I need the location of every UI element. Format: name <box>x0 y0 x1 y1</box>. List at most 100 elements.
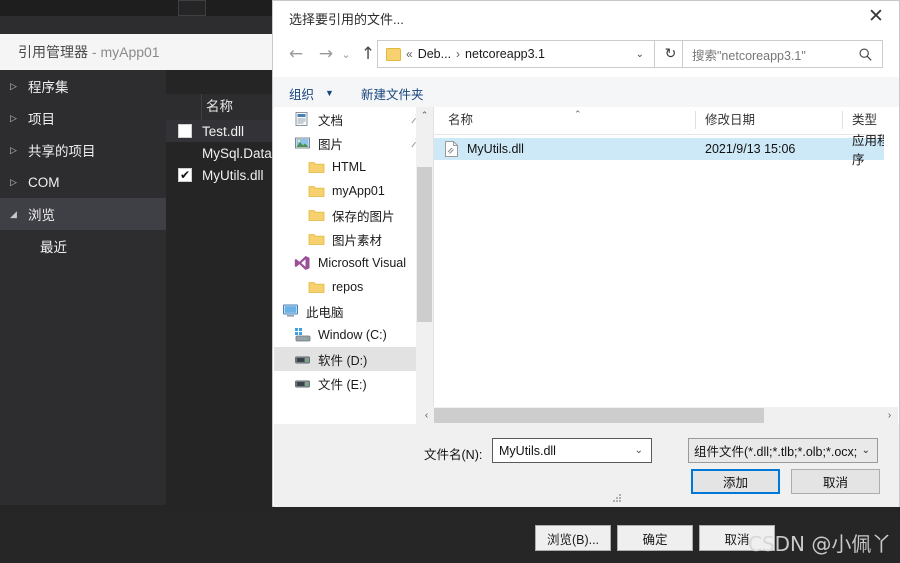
search-input[interactable]: 搜索"netcoreapp3.1" <box>682 40 883 68</box>
drive-icon-wrap <box>294 351 311 367</box>
chevron-down-icon[interactable]: ⌄ <box>636 49 644 60</box>
filename-label: 文件名(N): <box>424 448 483 462</box>
nav-pane-item-5[interactable]: 图片素材 <box>274 227 434 251</box>
drive-icon <box>295 356 310 364</box>
nav-pane-item-7[interactable]: repos <box>274 275 434 299</box>
folder-icon-wrap <box>308 231 325 247</box>
column-header-date[interactable]: 修改日期 <box>705 107 755 133</box>
new-folder-button[interactable]: 新建文件夹 <box>361 84 424 103</box>
chevron-right-icon[interactable]: ▷ <box>10 145 28 155</box>
nav-pane-item-label: 文件 (E:) <box>318 377 367 392</box>
resize-grip-icon[interactable] <box>613 494 623 504</box>
horizontal-scroll-thumb[interactable] <box>434 408 764 423</box>
navigation-scroll-thumb[interactable] <box>417 167 432 322</box>
drive-icon <box>295 380 310 388</box>
organize-button[interactable]: 组织 <box>289 84 314 103</box>
reference-list-header-divider <box>201 94 202 120</box>
documents-icon-wrap <box>294 111 311 127</box>
scroll-left-icon[interactable]: ‹ <box>418 407 435 424</box>
folder-icon-wrap <box>308 183 325 199</box>
nav-pane-item-label: Microsoft Visual <box>318 256 406 270</box>
filename-input[interactable]: MyUtils.dll ⌄ <box>492 438 652 463</box>
chevron-down-icon[interactable]: ⌄ <box>862 445 870 456</box>
nav-pane-item-11[interactable]: 文件 (E:) <box>274 371 434 395</box>
nav-pane-item-9[interactable]: Window (C:) <box>274 323 434 347</box>
nav-pane-item-label: 图片素材 <box>332 233 383 248</box>
breadcrumb-separator: › <box>456 47 461 61</box>
file-picker-title: 选择要引用的文件... <box>289 12 404 27</box>
folder-icon-wrap <box>308 279 325 295</box>
breadcrumb-chevron-left: « <box>406 47 413 61</box>
chevron-right-icon[interactable]: ▷ <box>10 177 28 187</box>
reference-manager-title: 引用管理器 <box>18 44 88 60</box>
file-date: 2021/9/13 15:06 <box>705 142 796 156</box>
nav-pane-item-8[interactable]: 此电脑 <box>274 299 434 323</box>
reference-category-3[interactable]: ▷ COM <box>0 166 166 198</box>
add-button[interactable]: 添加 <box>691 469 780 494</box>
file-list-view: 名称 ⌃ 修改日期 类型 MyUtils.dll 2021/9/13 15:06… <box>434 107 898 402</box>
reference-category-label: 项目 <box>28 112 55 127</box>
reference-category-2[interactable]: ▷ 共享的项目 <box>0 134 166 166</box>
folder-icon-wrap <box>308 159 325 175</box>
back-icon[interactable]: ← <box>281 37 311 71</box>
reference-category-1[interactable]: ▷ 项目 <box>0 102 166 134</box>
close-icon[interactable]: ✕ <box>853 1 899 31</box>
breadcrumb[interactable]: « Deb... › netcoreapp3.1 ⌄ <box>377 40 655 68</box>
reference-category-label: COM <box>28 174 60 190</box>
navigation-pane-scrollbar[interactable]: ⌃ ⌄ <box>416 107 433 424</box>
pictures-icon-wrap <box>294 135 311 151</box>
nav-pane-item-label: Window (C:) <box>318 328 387 342</box>
nav-pane-item-label: 此电脑 <box>306 305 344 320</box>
reference-row-name: MySql.Data. <box>202 145 276 161</box>
system-drive-icon-wrap <box>294 327 311 343</box>
this-pc-icon <box>283 304 298 317</box>
vs-dialog-button-1[interactable]: 确定 <box>617 525 693 551</box>
column-divider[interactable] <box>695 111 696 129</box>
reference-category-label: 共享的项目 <box>28 144 96 159</box>
file-type-filter-select[interactable]: 组件文件(*.dll;*.tlb;*.olb;*.ocx; ⌄ <box>688 438 878 463</box>
file-list-vertical-scrollbar[interactable] <box>884 107 899 402</box>
folder-icon-wrap <box>308 207 325 223</box>
search-placeholder: 搜索"netcoreapp3.1" <box>692 48 806 63</box>
nav-pane-item-10[interactable]: 软件 (D:) <box>274 347 434 371</box>
vs-toolbar-chip <box>178 0 206 16</box>
reference-category-label: 程序集 <box>28 80 69 95</box>
file-name: MyUtils.dll <box>467 142 524 156</box>
breadcrumb-segment-current[interactable]: netcoreapp3.1 <box>465 47 545 61</box>
file-picker-footer <box>274 424 899 507</box>
cancel-button[interactable]: 取消 <box>791 469 880 494</box>
reference-row-checkbox[interactable]: ✔ <box>178 168 192 182</box>
file-picker-dialog: 选择要引用的文件... ✕ ← → ⌄ ↑ « Deb... › netcore… <box>272 0 900 507</box>
reference-category-0[interactable]: ▷ 程序集 <box>0 70 166 102</box>
column-header-name[interactable]: 名称 <box>448 107 473 133</box>
vs-dialog-button-0[interactable]: 浏览(B)... <box>535 525 611 551</box>
reference-manager-title-sep: - <box>88 44 101 60</box>
chevron-right-icon[interactable]: ▷ <box>10 81 28 91</box>
breadcrumb-segment-debug[interactable]: Deb... <box>418 47 451 61</box>
reference-row-checkbox[interactable] <box>178 124 192 138</box>
watermark: CSDN @小佩丫 <box>748 532 892 556</box>
file-list-horizontal-scrollbar[interactable]: ‹ › <box>418 407 898 424</box>
chevron-right-icon[interactable]: ▷ <box>10 113 28 123</box>
chevron-down-icon[interactable]: ⌄ <box>635 445 643 456</box>
nav-pane-item-4[interactable]: 保存的图片 <box>274 203 434 227</box>
chevron-down-icon[interactable]: ◢ <box>10 209 28 219</box>
sort-ascending-icon: ⌃ <box>574 109 582 119</box>
reference-category-4[interactable]: ◢ 浏览 <box>0 198 166 230</box>
scroll-right-icon[interactable]: › <box>881 407 898 424</box>
column-divider[interactable] <box>842 111 843 129</box>
nav-pane-item-2[interactable]: HTML <box>274 155 434 179</box>
nav-pane-item-0[interactable]: 文档 <box>274 107 434 131</box>
nav-pane-item-3[interactable]: myApp01 <box>274 179 434 203</box>
nav-pane-item-6[interactable]: Microsoft Visual <box>274 251 434 275</box>
nav-pane-item-1[interactable]: 图片 <box>274 131 434 155</box>
file-list-header: 名称 ⌃ 修改日期 类型 <box>434 107 898 135</box>
reference-category-5[interactable]: 最近 <box>0 230 166 262</box>
folder-icon <box>308 186 325 197</box>
file-list-row[interactable]: MyUtils.dll 2021/9/13 15:06 应用程序 <box>434 134 898 167</box>
nav-pane-item-label: repos <box>332 280 364 294</box>
system-drive-icon <box>295 328 311 342</box>
chevron-down-icon[interactable]: ▼ <box>325 88 334 98</box>
scroll-up-icon[interactable]: ⌃ <box>416 107 433 124</box>
reference-category-label: 浏览 <box>28 208 55 223</box>
